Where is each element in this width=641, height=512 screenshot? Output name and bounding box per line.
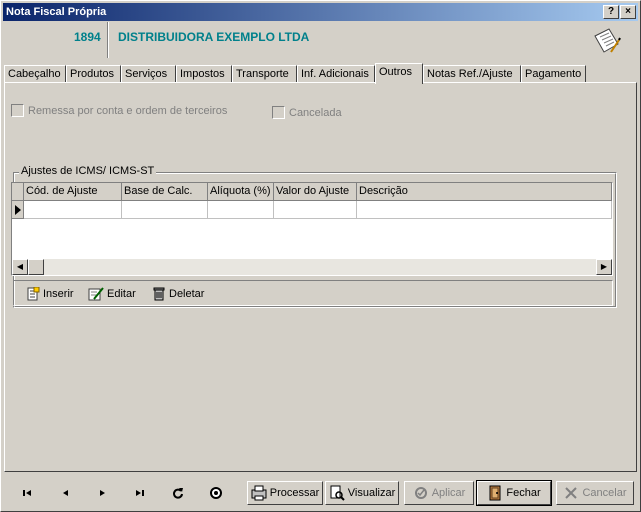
processar-label: Processar xyxy=(269,487,320,499)
cell-valor-ajuste[interactable] xyxy=(274,201,357,219)
cell-base-calc[interactable] xyxy=(122,201,208,219)
cancelada-checkbox-box[interactable] xyxy=(272,106,285,119)
grid-action-bar: Inserir Editar Deletar xyxy=(13,280,613,306)
delete-label: Deletar xyxy=(169,288,205,300)
first-record-icon[interactable] xyxy=(19,485,35,501)
aplicar-button[interactable]: Aplicar xyxy=(404,481,474,505)
title-bar: Nota Fiscal Própria ? × xyxy=(3,3,638,21)
cell-aliquota[interactable] xyxy=(208,201,274,219)
next-record-icon[interactable] xyxy=(94,485,110,501)
remessa-checkbox[interactable]: Remessa por conta e ordem de terceiros xyxy=(11,104,227,117)
tab-transporte[interactable]: Transporte xyxy=(232,65,297,83)
cancelar-label: Cancelar xyxy=(582,487,627,499)
remessa-label: Remessa por conta e ordem de terceiros xyxy=(28,104,228,117)
record-icon[interactable] xyxy=(208,485,224,501)
company-name: DISTRIBUIDORA EXEMPLO LTDA xyxy=(118,30,310,44)
delete-button[interactable]: Deletar xyxy=(152,285,204,303)
tab-produtos[interactable]: Produtos xyxy=(66,65,121,83)
remessa-checkbox-box[interactable] xyxy=(11,104,24,117)
ajustes-group-title: Ajustes de ICMS/ ICMS-ST xyxy=(19,165,157,177)
edit-label: Editar xyxy=(107,288,136,300)
col-header-valor-ajuste[interactable]: Valor do Ajuste xyxy=(274,183,357,201)
current-row-indicator xyxy=(12,201,24,219)
fechar-button[interactable]: Fechar xyxy=(476,480,552,506)
insert-button[interactable]: Inserir xyxy=(26,285,74,303)
cell-descricao[interactable] xyxy=(357,201,612,219)
visualizar-button[interactable]: Visualizar xyxy=(325,481,399,505)
fechar-label: Fechar xyxy=(506,487,541,499)
header-divider xyxy=(107,22,109,58)
edit-button[interactable]: Editar xyxy=(88,285,136,303)
refresh-icon[interactable] xyxy=(170,485,186,501)
horizontal-scrollbar[interactable]: ◀ ▶ xyxy=(12,259,612,275)
tab-panel-outros: Remessa por conta e ordem de terceiros C… xyxy=(4,82,637,472)
tab-impostos[interactable]: Impostos xyxy=(176,65,232,83)
col-header-base-calc[interactable]: Base de Calc. xyxy=(122,183,208,201)
edit-icon xyxy=(88,287,104,301)
window-title: Nota Fiscal Própria xyxy=(6,6,107,18)
col-header-aliquota[interactable]: Alíquota (%) xyxy=(208,183,274,201)
document-header: 1894 DISTRIBUIDORA EXEMPLO LTDA xyxy=(3,22,638,60)
ajustes-grid[interactable]: Cód. de Ajuste Base de Calc. Alíquota (%… xyxy=(11,182,613,276)
insert-label: Inserir xyxy=(43,288,74,300)
door-icon xyxy=(487,485,503,501)
invoice-document-icon xyxy=(591,26,621,56)
bottom-toolbar: Processar Visualizar Aplicar Fechar Canc… xyxy=(13,479,635,509)
insert-icon xyxy=(26,287,40,301)
grid-header: Cód. de Ajuste Base de Calc. Alíquota (%… xyxy=(12,183,612,201)
cancelada-label: Cancelada xyxy=(289,106,342,119)
apply-icon xyxy=(413,485,429,501)
company-code: 1894 xyxy=(74,30,101,44)
table-row[interactable] xyxy=(12,201,612,219)
help-button[interactable]: ? xyxy=(603,5,619,19)
cell-cod-ajuste[interactable] xyxy=(24,201,122,219)
scroll-thumb[interactable] xyxy=(28,259,44,275)
tab-notas-ref-ajuste[interactable]: Notas Ref./Ajuste xyxy=(423,65,521,83)
tab-cabecalho[interactable]: Cabeçalho xyxy=(4,65,66,83)
visualizar-label: Visualizar xyxy=(347,487,396,499)
nota-fiscal-window: Nota Fiscal Própria ? × 1894 DISTRIBUIDO… xyxy=(0,0,641,512)
cancel-icon xyxy=(563,485,579,501)
tab-inf-adicionais[interactable]: Inf. Adicionais xyxy=(297,65,375,83)
col-header-cod-ajuste[interactable]: Cód. de Ajuste xyxy=(24,183,122,201)
last-record-icon[interactable] xyxy=(132,485,148,501)
trash-icon xyxy=(152,287,166,301)
scroll-left-icon[interactable]: ◀ xyxy=(12,259,28,275)
cancelada-checkbox[interactable]: Cancelada xyxy=(272,106,342,119)
preview-icon xyxy=(329,485,345,501)
tab-servicos[interactable]: Serviços xyxy=(121,65,176,83)
col-header-descricao[interactable]: Descrição xyxy=(357,183,612,201)
grid-corner xyxy=(12,183,24,201)
cancelar-button[interactable]: Cancelar xyxy=(556,481,634,505)
process-icon xyxy=(251,485,267,501)
tab-pagamento[interactable]: Pagamento xyxy=(521,65,586,83)
scroll-right-icon[interactable]: ▶ xyxy=(596,259,612,275)
processar-button[interactable]: Processar xyxy=(247,481,323,505)
tab-outros[interactable]: Outros xyxy=(375,63,423,84)
aplicar-label: Aplicar xyxy=(431,487,466,499)
prior-record-icon[interactable] xyxy=(57,485,73,501)
close-button[interactable]: × xyxy=(620,5,636,19)
